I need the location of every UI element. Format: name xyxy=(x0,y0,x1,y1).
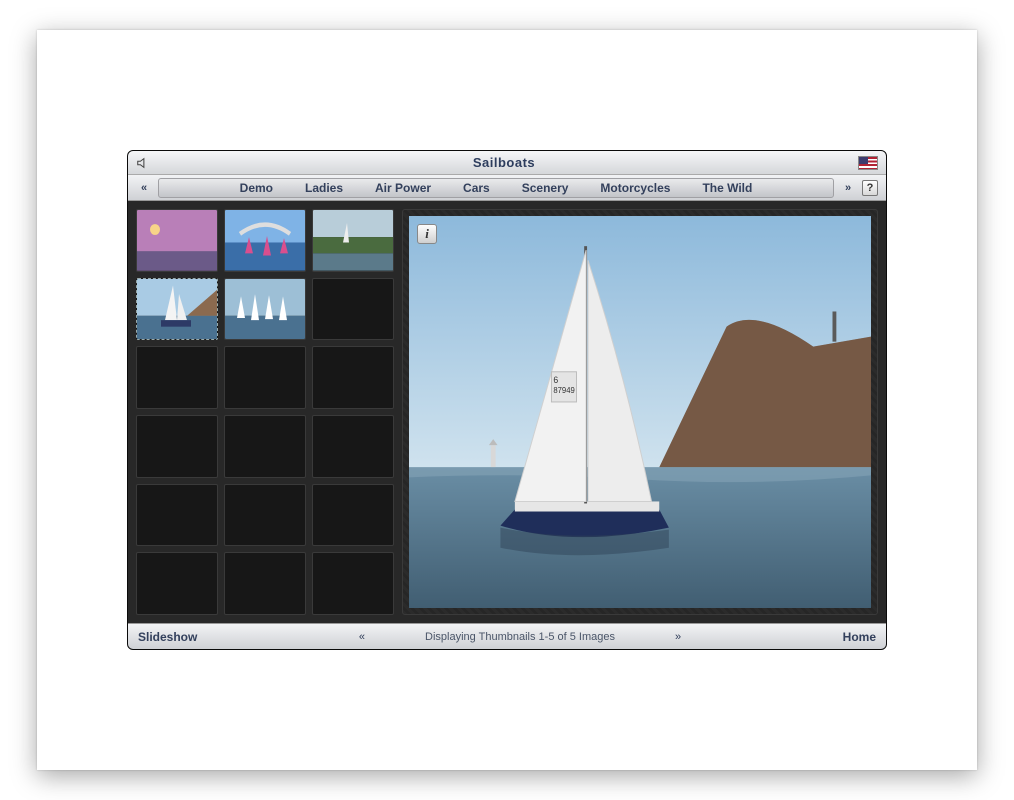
footer-bar: Slideshow « Displaying Thumbnails 1-5 of… xyxy=(128,623,886,649)
footer-status: « Displaying Thumbnails 1-5 of 5 Images … xyxy=(197,631,842,643)
thumbnail-empty xyxy=(136,346,218,409)
thumbnail-empty xyxy=(136,415,218,478)
help-icon[interactable]: ? xyxy=(862,180,878,196)
tab-demo[interactable]: Demo xyxy=(224,179,289,197)
nav-tabs: Demo Ladies Air Power Cars Scenery Motor… xyxy=(158,178,834,198)
page-title: Sailboats xyxy=(150,155,858,170)
nav-prev-icon[interactable]: « xyxy=(136,180,152,196)
thumbnail-grid xyxy=(136,209,394,615)
thumbnail-empty xyxy=(224,552,306,615)
title-bar: Sailboats xyxy=(128,151,886,175)
thumbnail-empty xyxy=(312,484,394,547)
thumbnail-empty xyxy=(312,415,394,478)
slideshow-button[interactable]: Slideshow xyxy=(138,630,197,644)
outer-card: Sailboats « Demo Ladies Air Power Cars S… xyxy=(37,30,977,770)
thumbnail-empty xyxy=(312,278,394,341)
content-area: 6 87949 i xyxy=(128,201,886,623)
status-text: Displaying Thumbnails 1-5 of 5 Images xyxy=(425,631,615,643)
home-button[interactable]: Home xyxy=(843,630,876,644)
thumbnail-4[interactable] xyxy=(136,278,218,341)
thumbnail-empty xyxy=(312,552,394,615)
flag-us-icon[interactable] xyxy=(858,156,878,170)
tab-air-power[interactable]: Air Power xyxy=(359,179,447,197)
thumbnail-empty xyxy=(136,484,218,547)
thumbnail-2[interactable] xyxy=(224,209,306,272)
tab-scenery[interactable]: Scenery xyxy=(506,179,585,197)
thumbnail-empty xyxy=(224,415,306,478)
info-icon[interactable]: i xyxy=(417,224,437,244)
tab-ladies[interactable]: Ladies xyxy=(289,179,359,197)
tab-the-wild[interactable]: The Wild xyxy=(686,179,768,197)
nav-bar: « Demo Ladies Air Power Cars Scenery Mot… xyxy=(128,175,886,201)
thumbs-prev-icon[interactable]: « xyxy=(359,631,365,643)
main-image-panel: 6 87949 i xyxy=(402,209,878,615)
nav-next-icon[interactable]: » xyxy=(840,180,856,196)
thumbnail-empty xyxy=(312,346,394,409)
thumbnail-empty xyxy=(224,484,306,547)
tab-cars[interactable]: Cars xyxy=(447,179,506,197)
main-image[interactable]: 6 87949 xyxy=(409,216,871,608)
thumbnail-empty xyxy=(136,552,218,615)
thumbs-next-icon[interactable]: » xyxy=(675,631,681,643)
thumbnail-5[interactable] xyxy=(224,278,306,341)
tab-motorcycles[interactable]: Motorcycles xyxy=(584,179,686,197)
thumbnail-empty xyxy=(224,346,306,409)
svg-text:6: 6 xyxy=(553,375,558,385)
svg-text:87949: 87949 xyxy=(553,386,574,395)
thumbnail-3[interactable] xyxy=(312,209,394,272)
thumbnail-1[interactable] xyxy=(136,209,218,272)
gallery-app: Sailboats « Demo Ladies Air Power Cars S… xyxy=(127,150,887,650)
sound-icon[interactable] xyxy=(136,156,150,170)
